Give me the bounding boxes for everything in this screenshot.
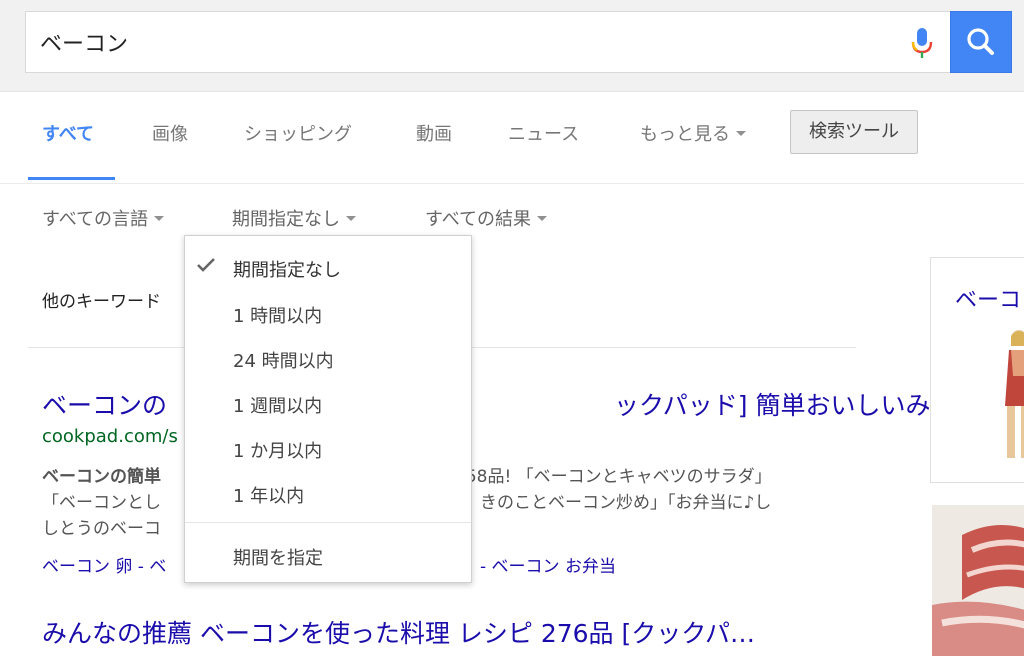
language-filter[interactable]: すべての言語	[42, 205, 165, 231]
microphone-icon[interactable]	[909, 26, 935, 62]
search-box	[25, 11, 950, 73]
results-filter-label: すべての結果	[425, 209, 532, 230]
chevron-down-icon	[736, 130, 746, 136]
snippet-line-1: ベーコンの簡単	[42, 462, 161, 487]
other-keywords-label: 他のキーワード	[42, 292, 161, 312]
tab-shopping[interactable]: ショッピング	[244, 120, 352, 146]
time-option-any[interactable]: 期間指定なし	[233, 256, 341, 282]
bacon-image[interactable]	[932, 505, 1024, 656]
search-header	[0, 0, 1024, 92]
chevron-down-icon	[154, 215, 165, 221]
search-button[interactable]	[950, 11, 1012, 73]
chevron-down-icon	[537, 215, 548, 221]
sitelinks: ベーコン 卵 - ベ - ベーコン お弁当	[42, 552, 616, 577]
time-option-1w[interactable]: 1 週間以内	[233, 392, 322, 418]
check-icon	[197, 258, 215, 272]
active-tab-indicator	[28, 177, 115, 180]
time-filter[interactable]: 期間指定なし	[232, 205, 356, 231]
result-title-1-left: ベーコンの	[42, 391, 168, 420]
bacon-photo	[932, 505, 1024, 656]
tab-news[interactable]: ニュース	[508, 120, 579, 146]
search-icon	[967, 28, 994, 55]
time-filter-menu: 期間指定なし 1 時間以内 24 時間以内 1 週間以内 1 か月以内 1 年以…	[184, 235, 472, 583]
knowledge-panel-title[interactable]: ベーコ	[955, 282, 1021, 314]
tab-all[interactable]: すべて	[42, 120, 94, 146]
snippet-line-1-right: 358品! 「ベーコンとキャベツのサラダ」	[455, 467, 772, 487]
snippet-line-3: しとうのベーコ	[42, 519, 161, 539]
person-image	[1005, 330, 1024, 458]
time-option-24h[interactable]: 24 時間以内	[233, 347, 334, 373]
language-filter-label: すべての言語	[42, 209, 149, 230]
sitelink-left[interactable]: ベーコン 卵 - ベ	[42, 557, 166, 577]
tab-videos[interactable]: 動画	[416, 120, 452, 146]
menu-divider	[185, 522, 471, 523]
results-filter[interactable]: すべての結果	[425, 205, 548, 231]
time-filter-label: 期間指定なし	[232, 209, 340, 230]
result-title-1-right: ックパッド] 簡単おいしいみん…	[614, 391, 981, 420]
time-option-1h[interactable]: 1 時間以内	[233, 302, 322, 328]
search-tools-button[interactable]: 検索ツール	[790, 110, 918, 154]
snippet-line-2-right: きのことベーコン炒め」「お弁当に♪し	[480, 493, 772, 513]
snippet-line-2: 「ベーコンとし	[42, 493, 161, 513]
knowledge-panel-card[interactable]: ベーコ	[930, 257, 1024, 483]
search-tabs: すべて 画像 ショッピング 動画 ニュース もっと見る 検索ツール	[0, 92, 1024, 184]
tab-images[interactable]: 画像	[152, 120, 188, 146]
time-option-1y[interactable]: 1 年以内	[233, 482, 304, 508]
tab-more[interactable]: もっと見る	[640, 120, 746, 146]
chevron-down-icon	[346, 215, 356, 221]
snippet-line-1-left: ベーコンの簡単	[42, 467, 161, 487]
result-url-1[interactable]: cookpad.com/s	[42, 426, 178, 447]
time-option-custom[interactable]: 期間を指定	[233, 544, 323, 570]
search-input[interactable]	[40, 24, 860, 60]
tab-more-label: もっと見る	[640, 124, 730, 145]
sitelink-right[interactable]: - ベーコン お弁当	[480, 552, 616, 577]
result-title-1[interactable]: ベーコンの ックパッド] 簡単おいしいみん…	[42, 386, 980, 422]
result-title-2[interactable]: みんなの推薦 ベーコンを使った料理 レシピ 276品 [クックパ…	[42, 614, 755, 650]
time-option-1m[interactable]: 1 か月以内	[233, 437, 322, 463]
